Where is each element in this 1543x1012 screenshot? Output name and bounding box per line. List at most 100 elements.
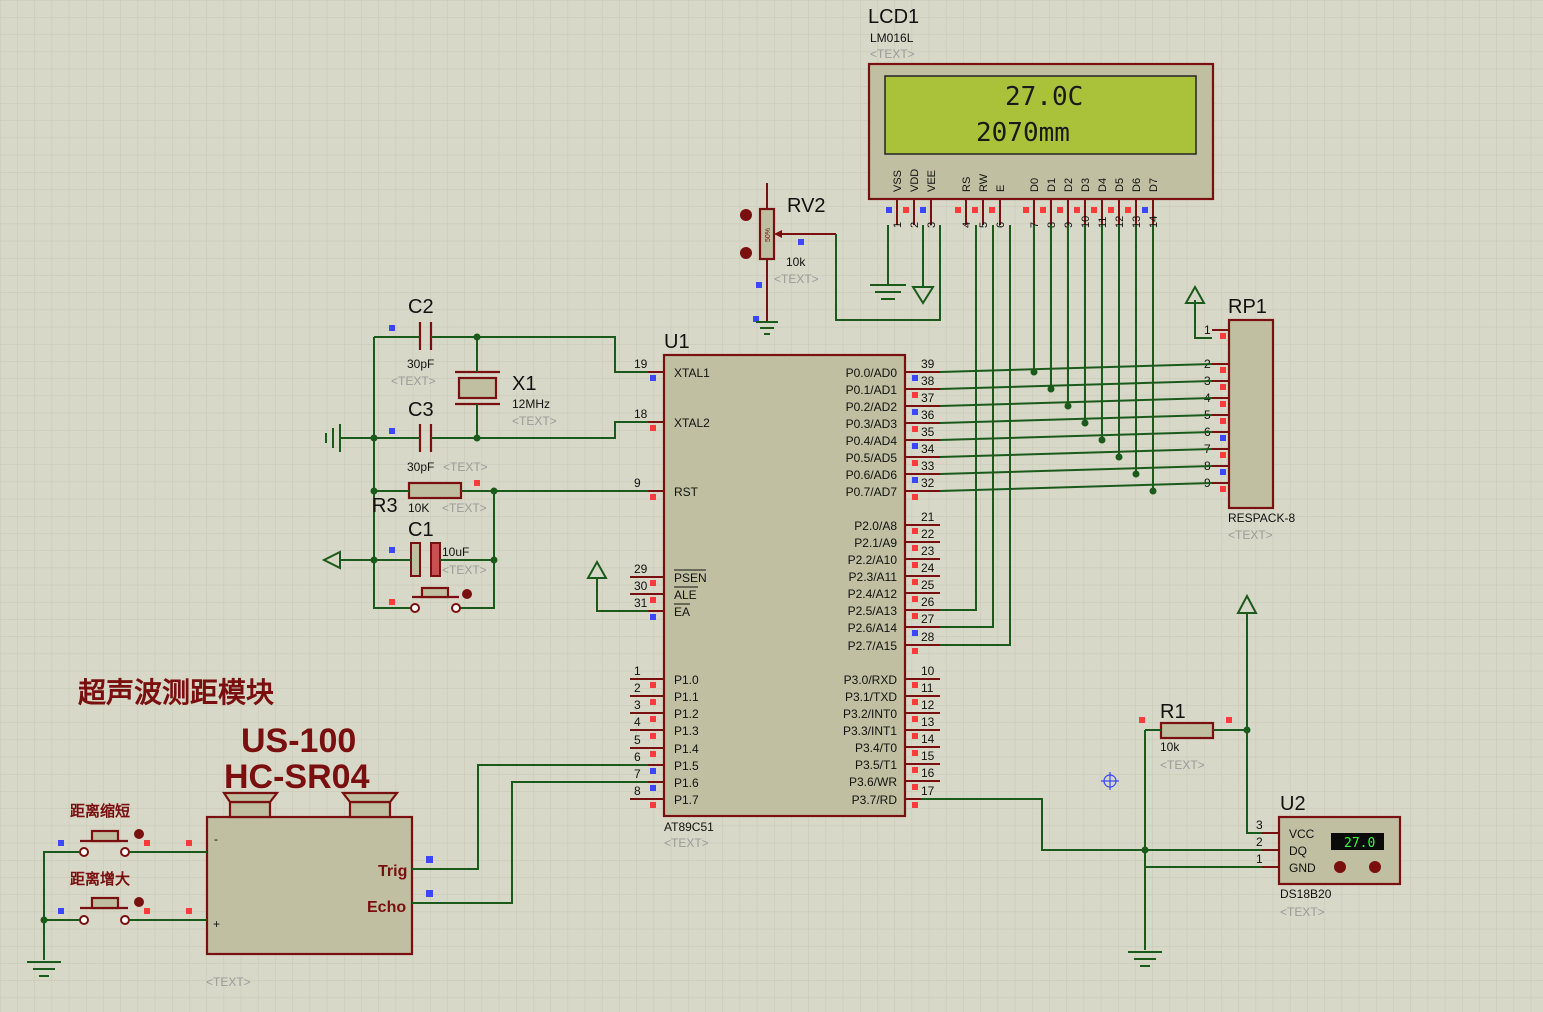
c2-ref: C2: [408, 296, 434, 318]
u1-pin-number: 24: [921, 561, 935, 575]
lcd-pin-label: VDD: [909, 169, 921, 192]
u1-pin-label: P0.2/AD2: [846, 400, 898, 414]
lcd-line-1: 27.0C: [1005, 82, 1083, 112]
u1-pin-label: P1.2: [674, 707, 699, 721]
lcd-pin-number: 5: [978, 222, 990, 228]
r3-value: 10K: [408, 501, 429, 515]
u1-pin-number: 11: [921, 681, 934, 695]
u1-pin-label: P3.4/T0: [855, 741, 897, 755]
u2-ref: U2: [1280, 793, 1306, 815]
u1-pin-number: 30: [634, 579, 648, 593]
r3-ref: R3: [372, 495, 398, 517]
u1-pin-label: ALE: [674, 588, 697, 602]
u1-pin-label: P1.5: [674, 759, 699, 773]
u1-pin-label: P3.2/INT0: [843, 707, 897, 721]
us-model-2: HC-SR04: [224, 758, 370, 796]
u1-ref: U1: [664, 331, 690, 353]
lcd-pin-label: D6: [1131, 178, 1143, 192]
u1-pin-number: 38: [921, 374, 935, 388]
u2-readout: 27.0: [1344, 836, 1375, 851]
c1-value: 10uF: [442, 545, 469, 559]
u1-pin-number: 6: [634, 750, 641, 764]
u1-pin-number: 33: [921, 459, 935, 473]
lcd-pin-label: D0: [1029, 178, 1041, 192]
u2-pin-label: GND: [1289, 861, 1316, 875]
u1-pin-label: P1.1: [674, 690, 699, 704]
u1-pin-label: P2.2/A10: [848, 553, 898, 567]
mcu-u1[interactable]: U1 AT89C51 <TEXT> 19XTAL118XTAL29RST29PS…: [630, 331, 940, 850]
u1-pin-number: 13: [921, 715, 935, 729]
u1-pin-number: 31: [634, 596, 648, 610]
lcd-pin-number: 6: [995, 222, 1007, 228]
u1-pin-label: P3.6/WR: [849, 775, 897, 789]
u1-pin-number: 2: [634, 681, 641, 695]
u1-pin-number: 34: [921, 442, 935, 456]
u1-pin-label: XTAL1: [674, 366, 710, 380]
u1-pin-label: P2.0/A8: [854, 519, 897, 533]
u1-pin-label: P1.3: [674, 724, 699, 738]
lcd-pin-label: VEE: [926, 170, 938, 192]
us-plus: +: [213, 917, 220, 931]
lcd-pin-label: E: [995, 185, 1007, 192]
u1-pin-number: 16: [921, 766, 935, 780]
lcd-pin-number: 3: [926, 222, 938, 228]
lcd-pin-number: 1: [892, 222, 904, 228]
u1-pin-label: P0.5/AD5: [846, 451, 898, 465]
u1-pin-label: P1.7: [674, 793, 699, 807]
lcd-pin-number: 4: [961, 222, 973, 228]
r1-ref: R1: [1160, 701, 1186, 723]
u1-pin-label: P1.6: [674, 776, 699, 790]
u1-pin-label: P1.4: [674, 742, 699, 756]
u1-pin-label: P3.3/INT1: [843, 724, 897, 738]
u1-pin-number: 32: [921, 476, 935, 490]
lcd-line-2: 2070mm: [976, 118, 1070, 148]
u2-pin-number: 2: [1256, 835, 1263, 849]
u1-pin-label: P2.5/A13: [848, 604, 898, 618]
schematic-canvas: LCD1 LM016L <TEXT> 27.0C 2070mm VSS 1 VDD 2…: [0, 0, 1543, 1012]
u1-pin-label: P3.1/TXD: [845, 690, 897, 704]
u1-pin-number: 5: [634, 733, 641, 747]
us-trig-label: Trig: [378, 863, 407, 880]
u1-pin-number: 29: [634, 562, 648, 576]
u1-pin-number: 22: [921, 527, 935, 541]
u1-pin-label: P2.1/A9: [854, 536, 897, 550]
u1-pin-label: PSEN: [674, 571, 707, 585]
u1-pin-number: 26: [921, 595, 935, 609]
module-title: 超声波测距模块: [78, 677, 274, 708]
u1-pin-number: 7: [634, 767, 641, 781]
lcd-pin-label: D5: [1114, 178, 1126, 192]
lcd-pin-label: RS: [961, 177, 973, 192]
x1-value: 12MHz: [512, 397, 550, 411]
rp1-ref: RP1: [1228, 296, 1267, 318]
rp1-model: RESPACK-8: [1228, 511, 1295, 525]
u1-pin-label: P1.0: [674, 673, 699, 687]
lcd-pin-label: VSS: [892, 170, 904, 192]
u1-pin-label: P3.7/RD: [852, 793, 898, 807]
u1-pin-number: 12: [921, 698, 935, 712]
lcd-pin-label: D4: [1097, 178, 1109, 192]
lcd-pin-label: D3: [1080, 178, 1092, 192]
u1-pin-label: EA: [674, 605, 690, 619]
r1-value: 10k: [1160, 740, 1180, 754]
c2-text: <TEXT>: [391, 374, 436, 388]
u1-pin-label: P3.5/T1: [855, 758, 897, 772]
rp1-text: <TEXT>: [1228, 528, 1273, 542]
u1-pin-number: 4: [634, 715, 641, 729]
lcd-pin-label: D7: [1148, 178, 1160, 192]
u1-pin-label: P0.6/AD6: [846, 468, 898, 482]
c1-text: <TEXT>: [442, 563, 487, 577]
rv2-percent: 50%: [765, 228, 772, 242]
r1-text: <TEXT>: [1160, 758, 1205, 772]
u2-text: <TEXT>: [1280, 905, 1325, 919]
u1-pin-number: 27: [921, 612, 935, 626]
u1-pin-label: P2.7/A15: [848, 639, 898, 653]
btn-short-label: 距离缩短: [70, 802, 130, 820]
u1-pin-label: P0.3/AD3: [846, 417, 898, 431]
rv2-value: 10k: [786, 255, 806, 269]
u1-pin-label: P3.0/RXD: [844, 673, 898, 687]
u1-pin-number: 36: [921, 408, 935, 422]
u1-pin-label: XTAL2: [674, 416, 710, 430]
u2-pin-label: DQ: [1289, 844, 1307, 858]
u2-model: DS18B20: [1280, 887, 1332, 901]
rp1-pin-number: 1: [1204, 323, 1211, 337]
